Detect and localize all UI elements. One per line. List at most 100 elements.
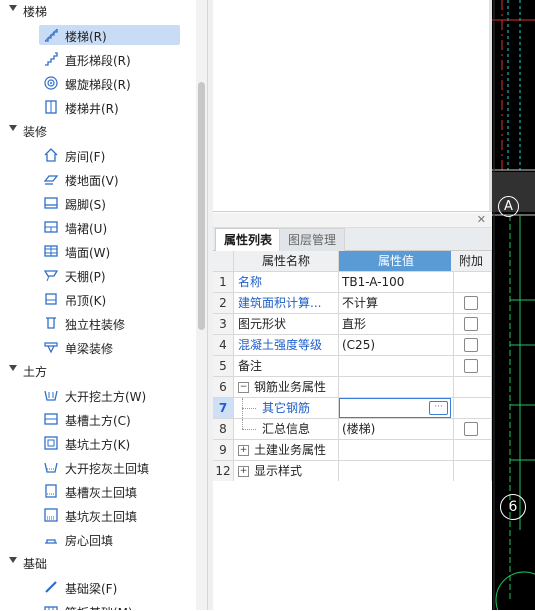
tree-item[interactable]: 天棚(P): [0, 264, 196, 286]
add-checkbox[interactable]: [464, 295, 478, 310]
tree-item-label: 基坑灰土回填: [65, 510, 138, 524]
drawing-canvas[interactable]: A 6: [492, 0, 535, 610]
property-name-text: 显示样式: [254, 464, 303, 478]
add-checkbox[interactable]: [464, 358, 478, 373]
tab-property-list[interactable]: 属性列表: [215, 228, 282, 251]
tree-item[interactable]: 楼梯井(R): [0, 96, 196, 118]
property-name[interactable]: + 土建业务属性: [234, 440, 339, 461]
property-value[interactable]: [339, 461, 454, 482]
property-row[interactable]: 6− 钢筋业务属性: [213, 377, 492, 398]
tree-item[interactable]: 基坑土方(K): [0, 432, 196, 454]
tree-item[interactable]: 楼地面(V): [0, 168, 196, 190]
property-value[interactable]: (C25): [339, 335, 454, 356]
property-name[interactable]: 混凝土强度等级: [234, 335, 339, 356]
tree-item[interactable]: 楼梯(R): [0, 24, 196, 46]
collapse-arrow-icon[interactable]: [9, 557, 17, 563]
tree-item[interactable]: 螺旋梯段(R): [0, 72, 196, 94]
add-checkbox[interactable]: [464, 337, 478, 352]
expand-icon[interactable]: +: [238, 445, 249, 456]
tree-item[interactable]: 墙裙(U): [0, 216, 196, 238]
tree-item[interactable]: 大开挖灰土回填: [0, 456, 196, 478]
property-name[interactable]: 其它钢筋: [234, 398, 339, 419]
tree-item-label: 基槽土方(C): [65, 414, 131, 428]
property-row[interactable]: 7 其它钢筋 ···: [213, 398, 492, 419]
grid-header: 属性名称 属性值 附加: [213, 251, 492, 272]
item-background: [39, 217, 180, 237]
item-background: [39, 265, 180, 285]
tree-scrollbar-thumb[interactable]: [198, 82, 205, 330]
ellipsis-button[interactable]: ···: [429, 401, 448, 415]
tree-item[interactable]: 单梁装修: [0, 336, 196, 358]
property-name[interactable]: − 钢筋业务属性: [234, 377, 339, 398]
property-row[interactable]: 1 名称 TB1-A-100: [213, 272, 492, 293]
property-value[interactable]: [339, 377, 454, 398]
component-list-view[interactable]: [213, 0, 492, 212]
row-number: 1: [213, 272, 234, 293]
tree-connector: [242, 408, 256, 409]
tree-item[interactable]: 吊顶(K): [0, 288, 196, 310]
collapse-arrow-icon[interactable]: [9, 365, 17, 371]
property-name[interactable]: 建筑面积计算...: [234, 293, 339, 314]
header-add[interactable]: 附加: [451, 251, 492, 272]
collapse-icon[interactable]: −: [238, 382, 249, 393]
close-icon[interactable]: ✕: [477, 213, 486, 227]
tree-item[interactable]: 房间(F): [0, 144, 196, 166]
property-row[interactable]: 4 混凝土强度等级 (C25): [213, 335, 492, 356]
expand-icon[interactable]: +: [238, 466, 249, 477]
mass-excavation-icon: [43, 387, 59, 403]
collapse-arrow-icon[interactable]: [9, 5, 17, 11]
property-name[interactable]: 备注: [234, 356, 339, 377]
property-row[interactable]: 5 备注: [213, 356, 492, 377]
header-property-name[interactable]: 属性名称: [234, 251, 339, 272]
tree-item[interactable]: 基槽灰土回填: [0, 480, 196, 502]
row-number: 6: [213, 377, 234, 398]
tree-group[interactable]: 楼梯: [0, 0, 196, 22]
tree-item[interactable]: 独立柱装修: [0, 312, 196, 334]
property-name[interactable]: + 显示样式: [234, 461, 339, 482]
property-name[interactable]: 图元形状: [234, 314, 339, 335]
tree-item[interactable]: 墙面(W): [0, 240, 196, 262]
header-property-value[interactable]: 属性值: [339, 251, 454, 272]
tree-item-label: 单梁装修: [65, 342, 114, 356]
collapse-arrow-icon[interactable]: [9, 125, 17, 131]
tree-item-label: 楼地面(V): [65, 174, 119, 188]
property-row[interactable]: 2 建筑面积计算... 不计算: [213, 293, 492, 314]
tree-item[interactable]: 基坑灰土回填: [0, 504, 196, 526]
tree-item-label: 独立柱装修: [65, 318, 126, 332]
property-row[interactable]: 3 图元形状 直形: [213, 314, 492, 335]
tree-item[interactable]: 房心回填: [0, 528, 196, 550]
property-value[interactable]: (楼梯): [339, 419, 454, 440]
property-row[interactable]: 12 + 显示样式: [213, 461, 492, 482]
tree-item[interactable]: 直形梯段(R): [0, 48, 196, 70]
tree-group[interactable]: 土方: [0, 360, 196, 382]
tree-item[interactable]: 基槽土方(C): [0, 408, 196, 430]
value-editor-input[interactable]: ···: [339, 398, 451, 418]
tree-item[interactable]: 筏板基础(M): [0, 600, 196, 610]
panel-titlebar: ✕: [213, 213, 492, 228]
property-value[interactable]: 不计算: [339, 293, 454, 314]
add-cell: [451, 377, 492, 398]
item-background: [39, 193, 180, 213]
axis-label-a: A: [498, 196, 519, 217]
suspended-ceiling-icon: [43, 291, 59, 307]
tree-group[interactable]: 基础: [0, 552, 196, 574]
property-value[interactable]: [339, 440, 454, 461]
add-checkbox[interactable]: [464, 421, 478, 436]
property-row[interactable]: 8 汇总信息 (楼梯): [213, 419, 492, 440]
tree-item[interactable]: 基础梁(F): [0, 576, 196, 598]
add-cell: [451, 335, 492, 356]
property-row[interactable]: 9 + 土建业务属性: [213, 440, 492, 461]
tree-item[interactable]: 踢脚(S): [0, 192, 196, 214]
tab-layer-management[interactable]: 图层管理: [279, 228, 346, 251]
row-number: 2: [213, 293, 234, 314]
add-checkbox[interactable]: [464, 316, 478, 331]
beam-finish-icon: [43, 339, 59, 355]
property-name[interactable]: 名称: [234, 272, 339, 293]
property-value[interactable]: TB1-A-100: [339, 272, 454, 293]
property-value[interactable]: 直形: [339, 314, 454, 335]
property-name[interactable]: 汇总信息: [234, 419, 339, 440]
property-value[interactable]: [339, 356, 454, 377]
property-value[interactable]: ···: [339, 398, 454, 419]
tree-item[interactable]: 大开挖土方(W): [0, 384, 196, 406]
tree-group[interactable]: 装修: [0, 120, 196, 142]
